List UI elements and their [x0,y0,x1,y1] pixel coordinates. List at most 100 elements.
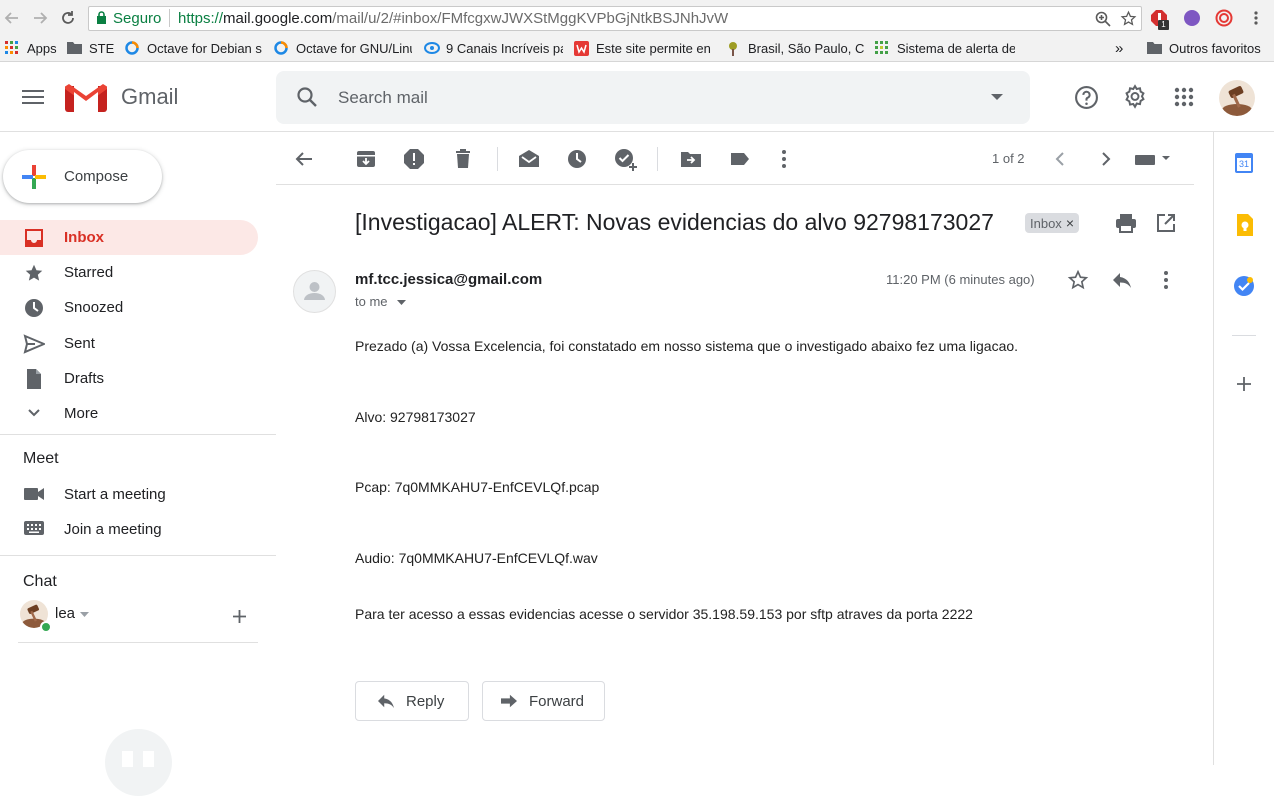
bookmark-label: Apps [27,40,57,56]
bookmark-ste[interactable]: STE [67,38,117,58]
snooze-clock-icon[interactable] [565,147,589,171]
body-paragraph: Para ter acesso a essas evidencias acess… [355,606,973,622]
draft-icon [23,368,45,390]
bookmark-apps[interactable]: Apps [5,38,57,58]
label-chip-text: Inbox [1030,215,1062,231]
mark-unread-icon[interactable] [517,147,541,171]
settings-gear-icon[interactable] [1122,84,1148,110]
star-message-icon[interactable] [1067,269,1089,291]
nav-label-inbox: Inbox [64,229,104,246]
body-paragraph: Prezado (a) Vossa Excelencia, foi consta… [355,338,1019,354]
toolbar-divider [657,147,658,171]
more-options-icon[interactable] [772,147,796,171]
send-icon [23,333,45,355]
print-icon[interactable] [1115,212,1137,234]
nav-label-drafts: Drafts [64,370,105,387]
folder-icon [67,41,82,55]
online-status-dot [40,621,52,633]
url-text: https://mail.google.com/mail/u/2/#inbox/… [178,10,728,27]
keyboard-icon [23,520,45,542]
sender-email[interactable]: mf.tcc.jessica@gmail.com [355,271,542,288]
bookmarks-overflow[interactable]: » [1115,38,1129,58]
body-paragraph: Pcap: 7q0MMKAHU7-EnfCEVLQf.pcap [355,479,600,495]
bookmark-9-canais[interactable]: 9 Canais Incríveis pa [424,38,563,58]
bookmark-octave-gnu[interactable]: Octave for GNU/Linu [274,38,412,58]
inbox-label-chip[interactable]: Inbox × [1025,213,1079,233]
archive-icon[interactable] [354,147,378,171]
nav-label-starred: Starred [64,264,114,281]
url-host: mail.google.com [223,10,333,27]
body-paragraph: Audio: 7q0MMKAHU7-EnfCEVLQf.wav [355,550,598,566]
message-more-icon[interactable] [1158,269,1174,291]
nav-label-more: More [64,405,99,422]
get-addons-plus-icon[interactable] [1236,376,1252,392]
secure-label: Seguro [113,10,162,27]
help-icon[interactable] [1074,85,1099,110]
folder-icon [1147,41,1162,55]
side-panel-divider [1232,335,1256,336]
add-to-tasks-icon[interactable] [613,147,637,171]
extension-swirl-icon[interactable] [1215,9,1233,27]
calendar-day: 31 [1237,158,1251,171]
forward-button[interactable]: Forward [482,681,605,721]
calendar-icon[interactable]: 31 [1235,153,1253,173]
meet-join-label: Join a meeting [64,521,162,538]
label-tag-icon[interactable] [728,147,752,171]
extension-icon-ws[interactable] [1184,10,1200,26]
new-chat-plus-icon[interactable] [232,609,247,624]
bookmark-este-site[interactable]: Este site permite en [574,38,714,58]
older-chevron-right-icon[interactable] [1093,147,1117,171]
bookmark-label: Octave for GNU/Linu [296,40,412,56]
report-spam-icon[interactable] [402,147,426,171]
bookmark-brasil[interactable]: Brasil, São Paulo, Ca [726,38,864,58]
keep-icon[interactable] [1235,214,1253,236]
email-subject: [Investigacao] ALERT: Novas evidencias d… [355,209,994,235]
reply-icon[interactable] [1111,270,1133,290]
pagination-count: 1 of 2 [992,151,1025,166]
bookmark-star-icon[interactable] [1120,10,1137,27]
gmail-logo-icon[interactable] [65,82,107,112]
status-dropdown-icon[interactable] [80,612,89,617]
search-input[interactable]: Search mail [338,88,428,108]
account-avatar[interactable] [1219,80,1255,116]
chat-divider [18,642,258,643]
bookmark-octave-debian[interactable]: Octave for Debian s [125,38,262,58]
address-bar[interactable]: Seguro https://mail.google.com/mail/u/2/… [88,6,1142,31]
zoom-icon[interactable] [1095,11,1111,27]
octave-icon [274,41,288,55]
reply-arrow-icon [378,694,394,709]
back-to-inbox-icon[interactable] [292,147,316,171]
delete-trash-icon[interactable] [451,147,475,171]
chat-user-name[interactable]: lea [55,605,75,622]
url-path: /mail/u/2/#inbox/FMfcgxwJWXStMggKVPbGjNt… [332,10,729,27]
bookmark-label: Este site permite en [596,40,711,56]
forward-label: Forward [529,692,585,710]
reply-button[interactable]: Reply [355,681,469,721]
reply-label: Reply [406,692,445,710]
search-options-dropdown-icon[interactable] [990,93,1004,101]
gmail-logo-text: Gmail [121,84,179,109]
newer-chevron-left-icon[interactable] [1049,147,1073,171]
apps-launcher-icon[interactable] [1174,87,1194,107]
open-new-window-icon[interactable] [1156,213,1176,233]
bookmark-outros-favoritos[interactable]: Outros favoritos [1147,38,1272,58]
back-arrow-icon[interactable] [2,8,22,28]
main-menu-icon[interactable] [22,88,44,106]
site-icon [424,41,440,55]
toolbar-divider [497,147,498,171]
adblock-extension-icon[interactable]: 1 [1150,9,1169,30]
hangouts-placeholder-icon [105,729,172,796]
reload-icon[interactable] [58,8,78,28]
browser-menu-icon[interactable] [1250,10,1262,26]
url-separator [169,9,170,27]
search-icon[interactable] [295,85,319,109]
recipient-dropdown-icon[interactable] [397,300,407,306]
recipient-details[interactable]: to me [355,294,407,309]
remove-label-icon[interactable]: × [1066,215,1074,231]
input-tools-keyboard-icon[interactable] [1135,152,1171,166]
bookmark-sistema-alerta[interactable]: Sistema de alerta de [875,38,1015,58]
forward-arrow-icon[interactable] [30,8,50,28]
tasks-icon[interactable] [1233,275,1255,297]
move-to-icon[interactable] [679,147,703,171]
site-icon [574,41,589,56]
